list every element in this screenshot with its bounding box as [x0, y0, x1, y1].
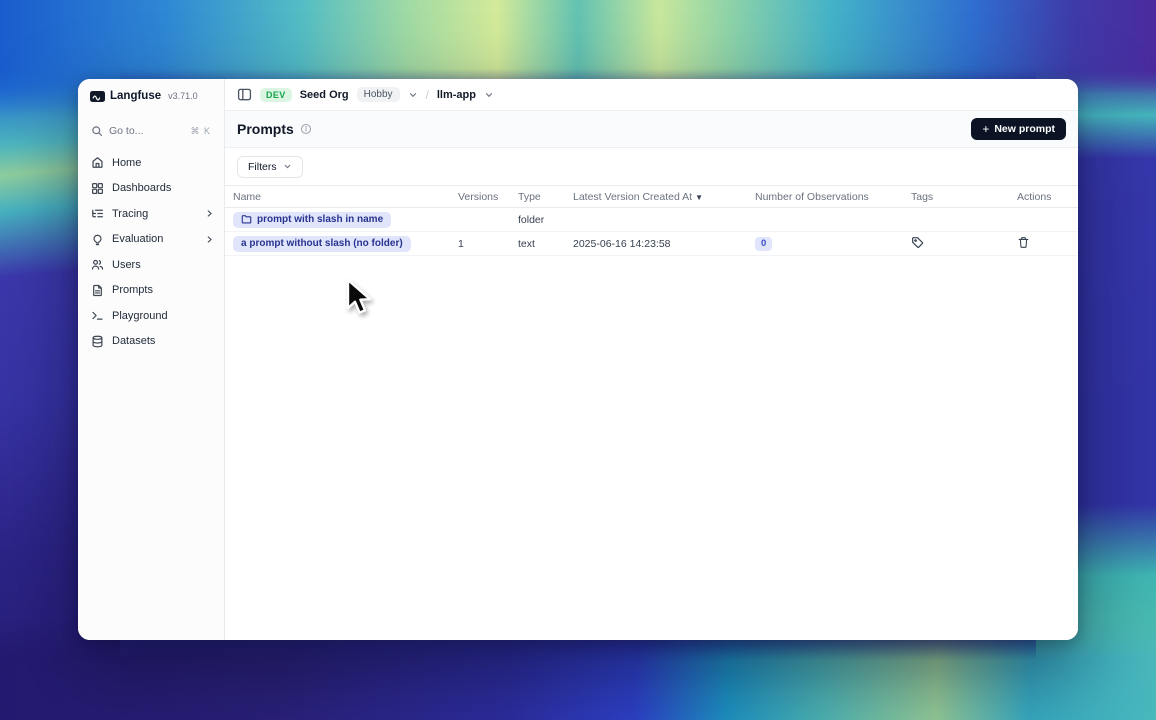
sidebar-item-label: Users — [112, 259, 141, 271]
page-title: Prompts — [237, 121, 312, 137]
chevron-down-icon[interactable] — [408, 90, 418, 100]
plus-icon: + — [982, 123, 989, 135]
chevron-down-icon[interactable] — [484, 90, 494, 100]
sidebar-item-datasets[interactable]: Datasets — [78, 329, 224, 355]
sidebar-item-users[interactable]: Users — [78, 252, 224, 278]
sidebar-item-home[interactable]: Home — [78, 150, 224, 176]
table-row[interactable]: prompt with slash in name folder — [225, 208, 1078, 232]
tags-cell — [911, 236, 1017, 252]
sidebar-item-label: Home — [112, 157, 141, 169]
langfuse-logo-icon — [90, 91, 105, 102]
column-header-name[interactable]: Name — [225, 191, 458, 203]
chevron-right-icon — [205, 209, 214, 218]
type-cell: folder — [518, 214, 573, 226]
sidebar-item-label: Evaluation — [112, 233, 163, 245]
sidebar-item-label: Dashboards — [112, 182, 171, 194]
prompt-link[interactable]: a prompt without slash (no folder) — [233, 236, 411, 252]
sort-desc-icon: ▼ — [695, 193, 703, 202]
datasets-icon — [91, 335, 104, 348]
filters-label: Filters — [248, 161, 277, 173]
prompts-icon — [91, 284, 104, 297]
prompt-name: a prompt without slash (no folder) — [241, 238, 403, 249]
chevron-down-icon — [283, 162, 292, 171]
go-to-search[interactable]: Go to... ⌘ K — [86, 120, 216, 142]
prompt-name: prompt with slash in name — [257, 214, 383, 225]
column-header-created-at-label: Latest Version Created At — [573, 191, 692, 203]
tracing-icon — [91, 207, 104, 220]
folder-icon — [241, 214, 252, 225]
app-version: v3.71.0 — [168, 91, 198, 101]
sidebar-item-label: Datasets — [112, 335, 155, 347]
page-header: Prompts + New prompt — [225, 111, 1078, 148]
delete-icon[interactable] — [1017, 236, 1030, 249]
keyboard-shortcut: ⌘ K — [190, 126, 211, 137]
main-content: DEV Seed Org Hobby / llm-app Prompts + N… — [225, 79, 1078, 640]
logo-row: Langfuse v3.71.0 — [78, 86, 224, 106]
observations-cell: 0 — [755, 237, 911, 251]
filters-button[interactable]: Filters — [237, 156, 303, 178]
new-prompt-label: New prompt — [994, 123, 1055, 135]
page-title-text: Prompts — [237, 121, 294, 137]
column-header-type[interactable]: Type — [518, 191, 573, 203]
search-icon — [91, 125, 103, 137]
new-prompt-button[interactable]: + New prompt — [971, 118, 1066, 140]
users-icon — [91, 258, 104, 271]
env-badge: DEV — [260, 88, 292, 102]
brand-name: Langfuse — [110, 90, 161, 102]
column-header-actions: Actions — [1017, 191, 1078, 203]
tag-icon[interactable] — [911, 236, 924, 249]
sidebar-item-dashboards[interactable]: Dashboards — [78, 176, 224, 202]
evaluation-icon — [91, 233, 104, 246]
column-header-created-at[interactable]: Latest Version Created At▼ — [573, 191, 755, 203]
table-header: Name Versions Type Latest Version Create… — [225, 185, 1078, 208]
chevron-right-icon — [205, 235, 214, 244]
plan-badge[interactable]: Hobby — [357, 87, 400, 102]
column-header-observations[interactable]: Number of Observations — [755, 191, 911, 203]
dashboards-icon — [91, 182, 104, 195]
sidebar-item-playground[interactable]: Playground — [78, 303, 224, 329]
info-icon[interactable] — [300, 123, 312, 135]
go-to-label: Go to... — [109, 125, 143, 137]
sidebar: Langfuse v3.71.0 Go to... ⌘ K Home Dashb… — [78, 79, 225, 640]
observations-count-badge: 0 — [755, 237, 772, 251]
created-at-cell: 2025-06-16 14:23:58 — [573, 238, 755, 250]
versions-cell: 1 — [458, 238, 518, 250]
sidebar-item-label: Tracing — [112, 208, 148, 220]
breadcrumb-org[interactable]: Seed Org — [300, 89, 349, 101]
toggle-sidebar-icon[interactable] — [237, 87, 252, 102]
sidebar-item-prompts[interactable]: Prompts — [78, 278, 224, 304]
sidebar-item-label: Playground — [112, 310, 168, 322]
filters-row: Filters — [225, 148, 1078, 185]
topbar: DEV Seed Org Hobby / llm-app — [225, 79, 1078, 111]
column-header-tags[interactable]: Tags — [911, 191, 1017, 203]
home-icon — [91, 156, 104, 169]
playground-icon — [91, 309, 104, 322]
breadcrumb-project[interactable]: llm-app — [437, 89, 476, 101]
actions-cell — [1017, 236, 1078, 252]
column-header-versions[interactable]: Versions — [458, 191, 518, 203]
table-row[interactable]: a prompt without slash (no folder) 1 tex… — [225, 232, 1078, 256]
sidebar-item-evaluation[interactable]: Evaluation — [78, 227, 224, 253]
breadcrumb-separator: / — [426, 88, 429, 102]
sidebar-item-tracing[interactable]: Tracing — [78, 201, 224, 227]
langfuse-window: Langfuse v3.71.0 Go to... ⌘ K Home Dashb… — [78, 79, 1078, 640]
sidebar-item-label: Prompts — [112, 284, 153, 296]
type-cell: text — [518, 238, 573, 250]
prompt-folder-link[interactable]: prompt with slash in name — [233, 212, 391, 228]
